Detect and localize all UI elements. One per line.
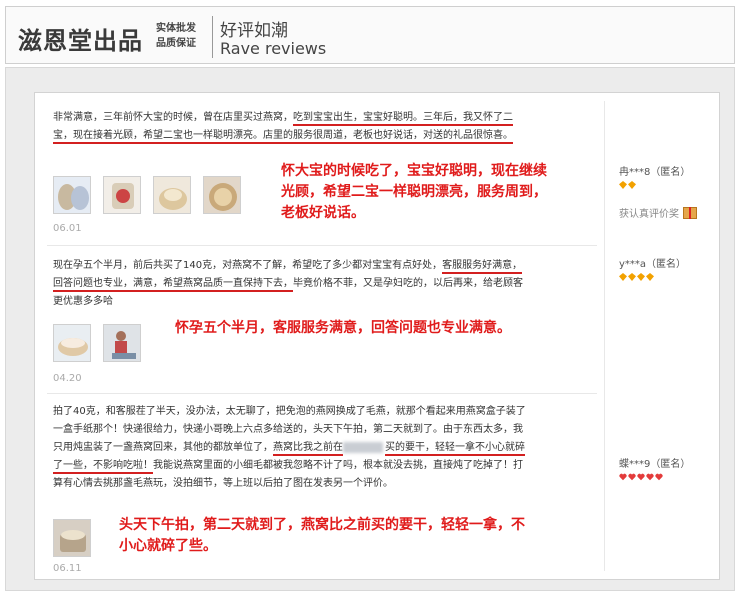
review-text: 现在孕五个半月，前后共买了140克，对燕窝不了解，希望吃了多少都对宝宝有点好处，… bbox=[53, 260, 523, 307]
review-photos bbox=[53, 324, 141, 362]
review-photo[interactable] bbox=[53, 176, 91, 214]
review-photo[interactable] bbox=[103, 176, 141, 214]
review-photos bbox=[53, 519, 91, 557]
review-text: 拍了40克，和客服茬了半天，没办法，太无聊了，把免泡的燕网换成了毛燕，就那个看起… bbox=[53, 406, 526, 489]
reviewer-level-stars bbox=[619, 273, 654, 281]
heart-icon bbox=[646, 473, 654, 481]
column-divider bbox=[604, 101, 605, 571]
heart-icon bbox=[619, 473, 627, 481]
review-summary-note: 怀孕五个半月，客服服务满意，回答问题也专业满意。 bbox=[175, 320, 511, 336]
gift-icon bbox=[683, 206, 697, 219]
review-date: 06.11 bbox=[53, 563, 82, 574]
review-date: 06.01 bbox=[53, 223, 82, 234]
tagline-line-1: 实体批发 bbox=[156, 23, 196, 34]
review-photo[interactable] bbox=[103, 324, 141, 362]
review-text: 非常满意，三年前怀大宝的时候，曾在店里买过燕窝，吃到宝宝出生，宝宝好聪明。三年后… bbox=[53, 109, 527, 145]
brand-tagline: 实体批发 品质保证 bbox=[156, 21, 196, 51]
review-separator bbox=[47, 393, 597, 394]
section-title: 好评如潮 bbox=[220, 21, 288, 41]
diamond-icon bbox=[619, 273, 627, 281]
diamond-icon bbox=[637, 273, 645, 281]
reviewer-name: 蝶***9（匿名） bbox=[619, 459, 691, 470]
brand-name: 滋恩堂出品 bbox=[18, 27, 143, 55]
highlight-underline: 燕窝比我之前在 bbox=[273, 442, 343, 456]
highlight-underline: 店里的服务很周道，老板也好说话，对送的礼品很惊喜。 bbox=[263, 130, 513, 144]
reviewer-level-hearts bbox=[619, 473, 663, 481]
header-divider bbox=[212, 16, 213, 58]
heart-icon bbox=[655, 473, 663, 481]
reviewer-name: y***a（匿名） bbox=[619, 259, 687, 270]
heart-icon bbox=[628, 473, 636, 481]
review-photo[interactable] bbox=[203, 176, 241, 214]
reviewer-level-stars bbox=[619, 181, 636, 189]
reward-badge: 获认真评价奖 bbox=[619, 205, 697, 220]
diamond-icon bbox=[628, 181, 636, 189]
section-subtitle: Rave reviews bbox=[220, 39, 327, 58]
tagline-line-2: 品质保证 bbox=[156, 38, 196, 49]
review-date: 04.20 bbox=[53, 373, 82, 384]
review-photo[interactable] bbox=[153, 176, 191, 214]
review-separator bbox=[47, 245, 597, 246]
page-header: 滋恩堂出品 实体批发 品质保证 好评如潮 Rave reviews bbox=[5, 6, 735, 64]
diamond-icon bbox=[619, 181, 627, 189]
diamond-icon bbox=[646, 273, 654, 281]
reviews-panel: 非常满意，三年前怀大宝的时候，曾在店里买过燕窝，吃到宝宝出生，宝宝好聪明。三年后… bbox=[5, 67, 735, 591]
redacted-shop-name bbox=[343, 441, 383, 453]
review-summary-note: 怀大宝的时候吃了，宝宝好聪明，现在继续光顾，希望二宝一样聪明漂亮，服务周到，老板… bbox=[281, 163, 547, 221]
reviews-card: 非常满意，三年前怀大宝的时候，曾在店里买过燕窝，吃到宝宝出生，宝宝好聪明。三年后… bbox=[34, 92, 720, 580]
review-photos bbox=[53, 176, 241, 214]
review-photo[interactable] bbox=[53, 519, 91, 557]
reviewer-name: 冉***8（匿名） bbox=[619, 167, 691, 178]
reward-badge-label: 获认真评价奖 bbox=[619, 209, 679, 220]
review-summary-note: 头天下午拍，第二天就到了，燕窝比之前买的要干，轻轻一拿，不小心就碎了些。 bbox=[119, 517, 525, 554]
diamond-icon bbox=[628, 273, 636, 281]
heart-icon bbox=[637, 473, 645, 481]
review-photo[interactable] bbox=[53, 324, 91, 362]
